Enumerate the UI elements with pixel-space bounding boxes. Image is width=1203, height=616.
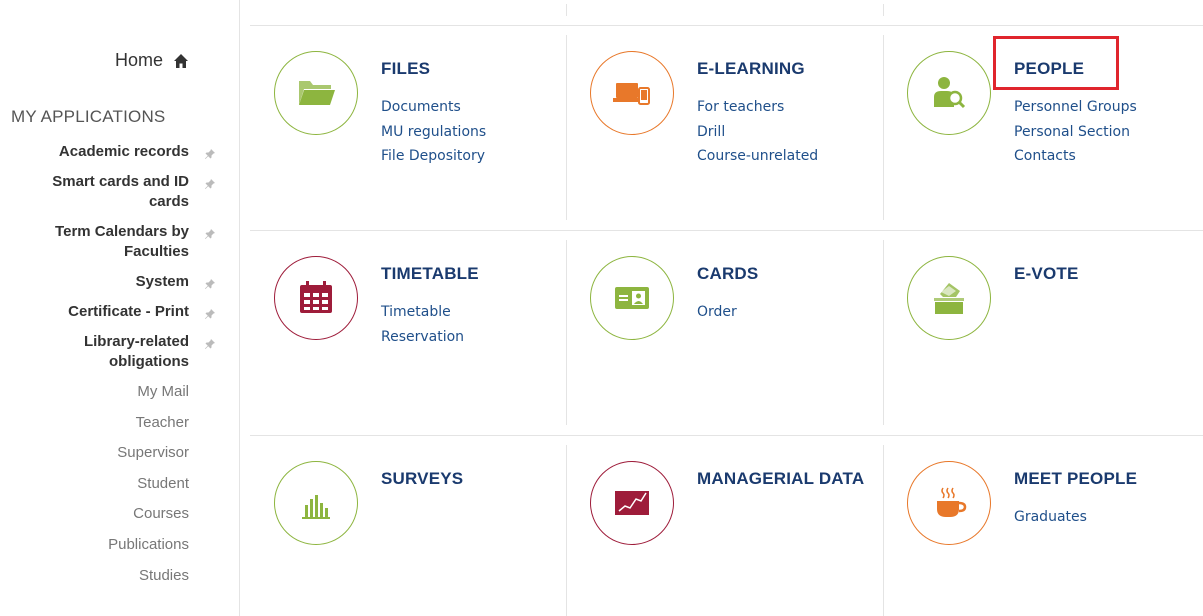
tile-links: Graduates [1014, 505, 1087, 530]
app-label-line: System [135, 273, 189, 290]
grid-divider [566, 445, 567, 616]
grid-divider [250, 25, 1203, 26]
app-link[interactable]: My Mail [0, 382, 189, 402]
app-link[interactable]: Courses [0, 504, 189, 524]
tile-link[interactable]: Documents [381, 95, 486, 120]
tile-link[interactable]: Timetable [381, 300, 464, 325]
tile-link[interactable]: Drill [697, 120, 818, 145]
tile-title[interactable]: FILES [381, 59, 430, 79]
tile-title[interactable]: SURVEYS [381, 469, 463, 489]
app-label-line: Academic records [58, 143, 189, 160]
app-link[interactable]: Publications [0, 535, 189, 555]
grid-divider [566, 4, 567, 16]
tile-links: Timetable Reservation [381, 300, 464, 349]
app-label-line: cards [148, 193, 189, 210]
tile-icon-circle[interactable] [907, 51, 991, 135]
tile-link[interactable]: Personnel Groups [1014, 95, 1137, 120]
pin-icon[interactable] [204, 336, 216, 349]
pin-icon[interactable] [204, 176, 216, 189]
grid-divider [250, 435, 1203, 436]
tile-icon-circle[interactable] [590, 461, 674, 545]
tile-icon-circle[interactable] [274, 51, 358, 135]
coffee-cup-icon [929, 483, 969, 523]
tile-links: Documents MU regulations File Depository [381, 95, 486, 169]
app-link[interactable]: System [0, 272, 215, 292]
tile-link[interactable]: For teachers [697, 95, 818, 120]
tile-title[interactable]: E-VOTE [1014, 264, 1079, 284]
app-label-line: Library-related [83, 333, 189, 350]
grid-divider [566, 240, 567, 425]
calendar-icon [296, 278, 336, 318]
application-list: Academic records Smart cards and ID cards T… [0, 142, 215, 596]
tile-icon-circle[interactable] [274, 461, 358, 545]
tile-link[interactable]: File Depository [381, 144, 486, 169]
app-label-line: Term Calendars by [55, 223, 189, 240]
tile-link[interactable]: Contacts [1014, 144, 1137, 169]
home-link[interactable]: Home [115, 50, 189, 71]
pin-icon[interactable] [204, 226, 216, 239]
grid-divider [250, 230, 1203, 231]
tile-links: For teachers Drill Course-unrelated [697, 95, 818, 169]
grid-divider [883, 4, 884, 16]
app-link[interactable]: Smart cards and ID cards [0, 172, 215, 212]
home-icon [174, 53, 188, 68]
id-card-icon [612, 282, 652, 314]
tile-icon-circle[interactable] [907, 256, 991, 340]
tile-link[interactable]: Order [697, 300, 737, 325]
tile-icon-circle[interactable] [590, 51, 674, 135]
tile-links: Order [697, 300, 737, 325]
tile-title[interactable]: E-LEARNING [697, 59, 805, 79]
grid-divider [566, 35, 567, 220]
bar-chart-icon [296, 483, 336, 523]
app-link[interactable]: Studies [0, 566, 189, 586]
app-link[interactable]: Certificate - Print [0, 302, 215, 322]
app-label-line: Faculties [123, 243, 189, 260]
app-link[interactable]: Supervisor [0, 443, 189, 463]
app-label-line: Smart cards and ID [52, 173, 189, 190]
pin-icon[interactable] [204, 146, 216, 159]
app-label-line: obligations [109, 353, 189, 370]
person-search-icon [929, 73, 969, 113]
application-tiles: FILES Documents MU regulations File Deposit… [250, 0, 1203, 616]
tile-link[interactable]: Reservation [381, 325, 464, 350]
app-label-line: Certificate - Print [68, 303, 189, 320]
devices-icon [612, 77, 652, 109]
tile-title[interactable]: MANAGERIAL DATA [697, 469, 864, 489]
tile-link[interactable]: Personal Section [1014, 120, 1137, 145]
app-link[interactable]: Student [0, 474, 189, 494]
line-chart-icon [612, 483, 652, 523]
tile-title[interactable]: TIMETABLE [381, 264, 479, 284]
app-link[interactable]: Teacher [0, 413, 189, 433]
grid-divider [883, 240, 884, 425]
tile-link[interactable]: Graduates [1014, 505, 1087, 530]
app-link[interactable]: Academic records [0, 142, 215, 162]
home-label: Home [114, 50, 163, 70]
app-link[interactable]: Term Calendars by Faculties [0, 222, 215, 262]
tile-icon-circle[interactable] [274, 256, 358, 340]
my-applications-heading: MY APPLICATIONS [11, 107, 166, 126]
ballot-box-icon [929, 278, 969, 318]
app-link[interactable]: Library-related obligations [0, 332, 215, 372]
grid-divider [883, 35, 884, 220]
tile-title[interactable]: CARDS [697, 264, 758, 284]
tile-links: Personnel Groups Personal Section Contacts [1014, 95, 1137, 169]
pin-icon[interactable] [204, 306, 216, 319]
tile-link[interactable]: Course-unrelated [697, 144, 818, 169]
grid-divider [883, 445, 884, 616]
folder-icon [296, 77, 336, 109]
pin-icon[interactable] [204, 276, 216, 289]
sidebar: Home MY APPLICATIONS Academic records Sma… [0, 0, 240, 616]
highlight-box [993, 36, 1119, 90]
tile-icon-circle[interactable] [907, 461, 991, 545]
tile-title[interactable]: MEET PEOPLE [1014, 469, 1137, 489]
tile-icon-circle[interactable] [590, 256, 674, 340]
tile-link[interactable]: MU regulations [381, 120, 486, 145]
